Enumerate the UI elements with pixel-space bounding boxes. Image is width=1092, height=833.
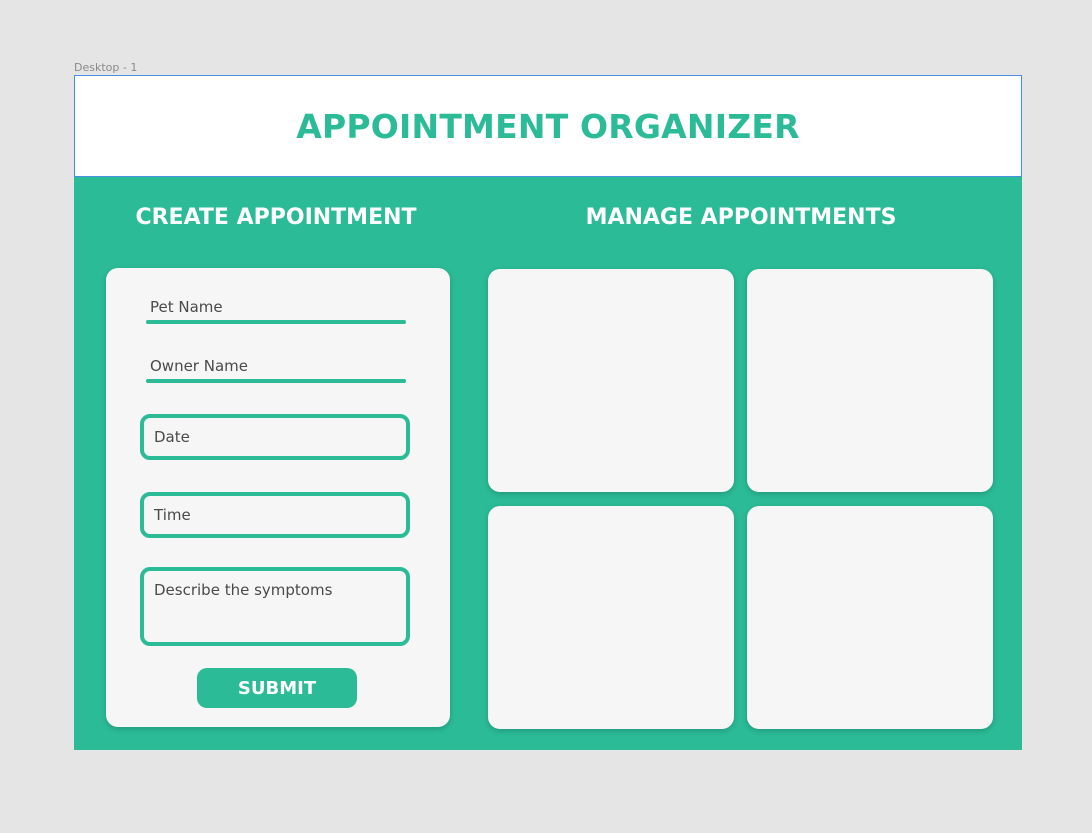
date-placeholder: Date [154, 428, 190, 446]
appointment-card[interactable] [488, 506, 734, 729]
pet-name-field[interactable]: Pet Name [146, 298, 406, 326]
desktop-frame: APPOINTMENT ORGANIZER CREATE APPOINTMENT… [74, 75, 1022, 750]
owner-name-placeholder: Owner Name [150, 357, 248, 375]
frame-label: Desktop - 1 [74, 61, 138, 74]
pet-name-underline [146, 320, 406, 324]
header-bar: APPOINTMENT ORGANIZER [74, 75, 1022, 177]
appointment-card[interactable] [747, 269, 993, 492]
symptoms-field[interactable]: Describe the symptoms [140, 567, 410, 646]
create-appointment-form: Pet Name Owner Name Date Time Describe t… [106, 268, 450, 727]
manage-appointments-title: MANAGE APPOINTMENTS [585, 205, 897, 230]
time-field[interactable]: Time [140, 492, 410, 538]
time-placeholder: Time [154, 506, 191, 524]
create-appointment-title: CREATE APPOINTMENT [135, 205, 417, 230]
submit-button[interactable]: SUBMIT [197, 668, 357, 708]
pet-name-placeholder: Pet Name [150, 298, 223, 316]
owner-name-field[interactable]: Owner Name [146, 357, 406, 385]
appointment-card[interactable] [488, 269, 734, 492]
owner-name-underline [146, 379, 406, 383]
symptoms-placeholder: Describe the symptoms [154, 581, 333, 599]
date-field[interactable]: Date [140, 414, 410, 460]
page-title: APPOINTMENT ORGANIZER [296, 106, 800, 146]
appointment-card[interactable] [747, 506, 993, 729]
